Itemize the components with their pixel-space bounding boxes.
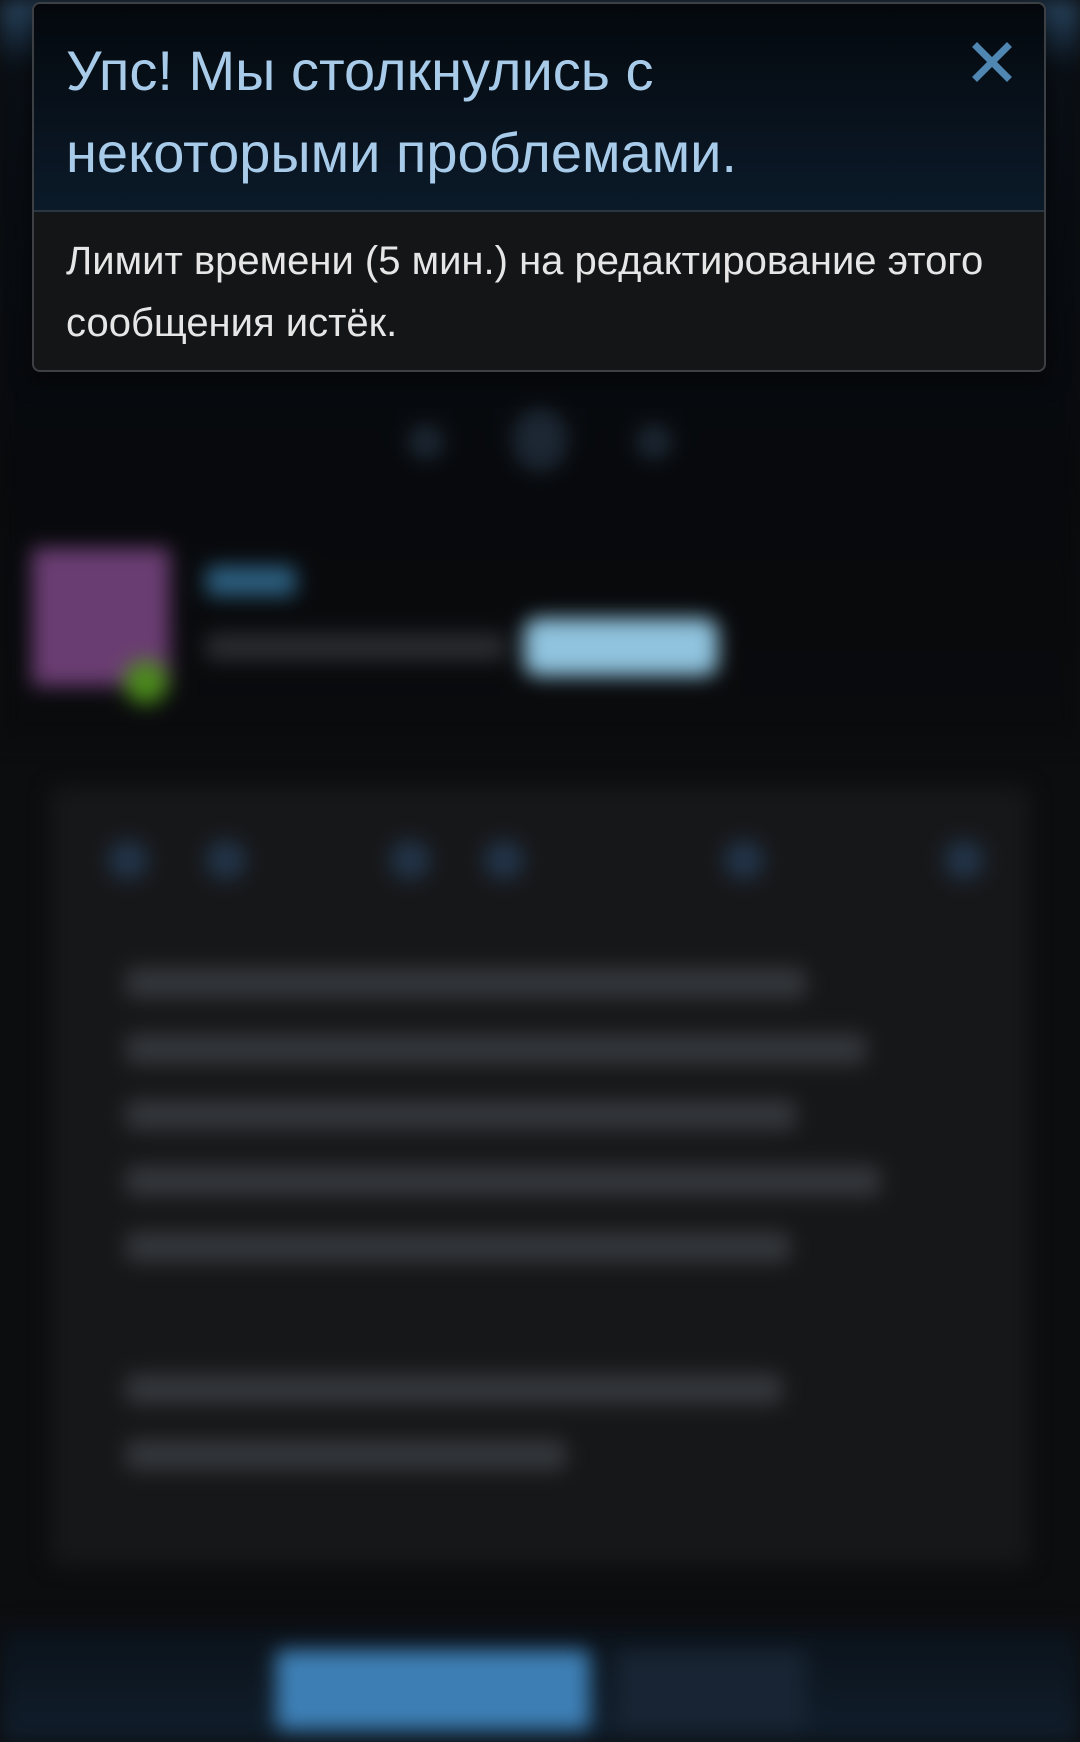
blurred-nav-dot — [408, 424, 444, 460]
blurred-primary-button — [276, 1650, 590, 1730]
error-toast: Упс! Мы столкнулись с некоторыми проблем… — [32, 2, 1046, 372]
blurred-status-text — [206, 634, 506, 660]
close-button[interactable] — [956, 26, 1028, 98]
blurred-text-line — [126, 1232, 790, 1262]
blurred-toolbar-icon — [724, 840, 764, 880]
blurred-text-line — [126, 1166, 880, 1196]
blurred-status-badge — [524, 618, 718, 676]
blurred-nav-dot — [512, 408, 568, 472]
blurred-text-line — [126, 1374, 782, 1404]
blurred-toolbar-icon — [390, 840, 430, 880]
blurred-toolbar-icon — [484, 840, 524, 880]
blurred-nav-dot — [636, 424, 672, 460]
error-title: Упс! Мы столкнулись с некоторыми проблем… — [66, 39, 737, 184]
blurred-text-line — [126, 1100, 796, 1130]
blurred-username — [206, 566, 296, 596]
blurred-toolbar-icon — [206, 840, 246, 880]
blurred-text-line — [126, 1440, 566, 1470]
blurred-text-line — [126, 1034, 866, 1064]
blurred-text-line — [126, 968, 806, 998]
close-icon — [972, 42, 1012, 82]
blurred-online-indicator — [124, 660, 168, 704]
error-toast-header: Упс! Мы столкнулись с некоторыми проблем… — [34, 4, 1044, 212]
blurred-toolbar-icon — [108, 840, 148, 880]
blurred-secondary-button — [616, 1650, 806, 1730]
error-message: Лимит времени (5 мин.) на редактирование… — [66, 239, 984, 345]
blurred-toolbar-icon — [944, 840, 984, 880]
